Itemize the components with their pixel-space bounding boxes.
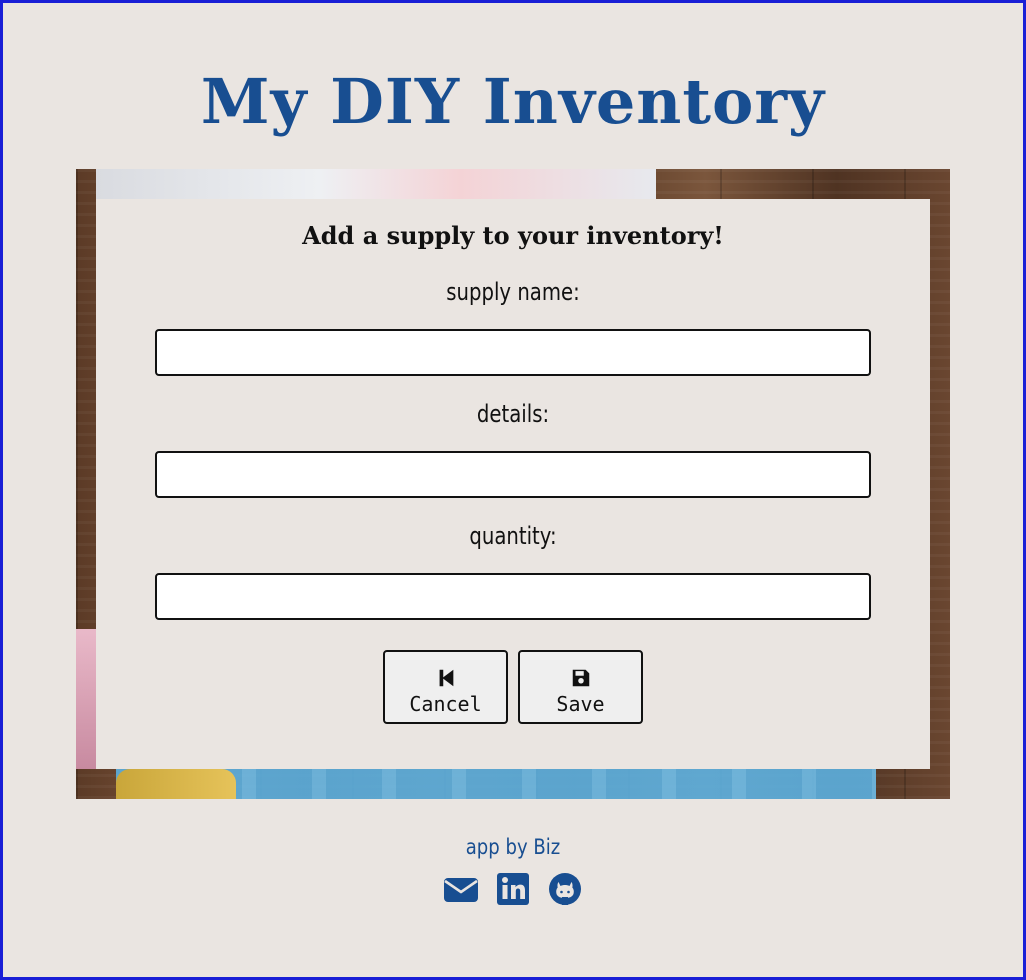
github-icon: [549, 873, 581, 905]
github-link[interactable]: [546, 870, 584, 908]
linkedin-icon: [497, 873, 529, 905]
scissors: [116, 769, 236, 799]
app-title: My DIY Inventory: [200, 65, 826, 138]
cancel-button-label: Cancel: [409, 692, 482, 716]
details-input[interactable]: [155, 451, 871, 498]
form-heading: Add a supply to your inventory!: [302, 221, 724, 250]
thread-spool: [76, 629, 96, 769]
details-label: details:: [476, 400, 550, 428]
linkedin-link[interactable]: [494, 870, 532, 908]
skip-back-icon: [439, 669, 453, 687]
quantity-input[interactable]: [155, 573, 871, 620]
save-button-label: Save: [556, 692, 605, 716]
supply-name-input[interactable]: [155, 329, 871, 376]
sewing-pattern-paper: [96, 169, 656, 201]
floppy-disk-icon: [572, 669, 589, 687]
supply-name-label: supply name:: [446, 278, 580, 306]
email-link[interactable]: [442, 870, 480, 908]
add-supply-form: Add a supply to your inventory! supply n…: [96, 199, 930, 769]
cancel-button[interactable]: Cancel: [383, 650, 508, 724]
save-button[interactable]: Save: [518, 650, 643, 724]
footer-credit: app by Biz: [465, 835, 561, 859]
envelope-icon: [444, 878, 478, 902]
quantity-label: quantity:: [469, 522, 557, 550]
